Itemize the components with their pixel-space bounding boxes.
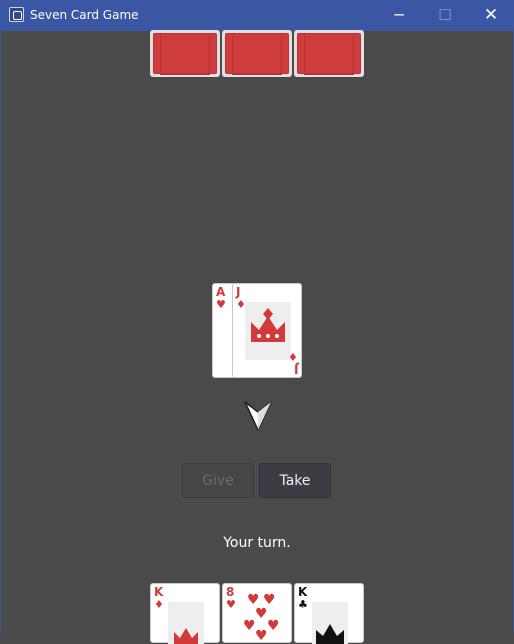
heart-suit-icon: ♥ xyxy=(226,598,236,611)
minimize-button[interactable]: ─ xyxy=(376,0,422,31)
opponent-card-back xyxy=(222,30,292,77)
window-title: Seven Card Game xyxy=(30,8,139,22)
card-rank: A xyxy=(216,285,226,299)
arrow-down-icon xyxy=(244,401,272,431)
card-rank: J xyxy=(293,362,298,376)
crown-art-icon xyxy=(168,602,204,644)
title-bar: Seven Card Game ─ ☐ ✕ xyxy=(0,0,514,31)
give-button[interactable]: Give xyxy=(182,463,254,498)
status-message: Your turn. xyxy=(223,535,291,551)
hand-card[interactable]: 8 ♥ ♥ ♥ ♥ ♥ ♥ ♥ xyxy=(222,583,292,643)
game-controller-icon xyxy=(9,7,24,22)
club-suit-icon: ♣ xyxy=(298,598,308,611)
close-button[interactable]: ✕ xyxy=(468,0,514,31)
maximize-button[interactable]: ☐ xyxy=(422,0,468,31)
opponent-card-back xyxy=(294,30,364,77)
hearts-pips-icon: ♥ ♥ ♥ ♥ ♥ ♥ xyxy=(243,592,279,640)
card-rank: 8 xyxy=(226,585,235,599)
card-rank: K xyxy=(154,585,164,599)
svg-text:♥: ♥ xyxy=(255,628,268,640)
crown-art-icon xyxy=(312,602,348,644)
crown-art-icon xyxy=(245,302,291,360)
heart-suit-icon: ♥ xyxy=(216,298,226,311)
card-rank: J xyxy=(236,285,241,299)
take-button[interactable]: Take xyxy=(259,463,331,498)
hand-card[interactable]: K ♣ xyxy=(294,583,364,644)
opponent-card-back xyxy=(150,30,220,77)
pile-top-card[interactable]: J ♦ ♦ J xyxy=(232,283,302,378)
hand-card[interactable]: K ♦ xyxy=(150,583,220,644)
card-rank: K xyxy=(298,585,308,599)
diamond-suit-icon: ♦ xyxy=(154,598,164,611)
svg-text:♥: ♥ xyxy=(255,606,268,622)
